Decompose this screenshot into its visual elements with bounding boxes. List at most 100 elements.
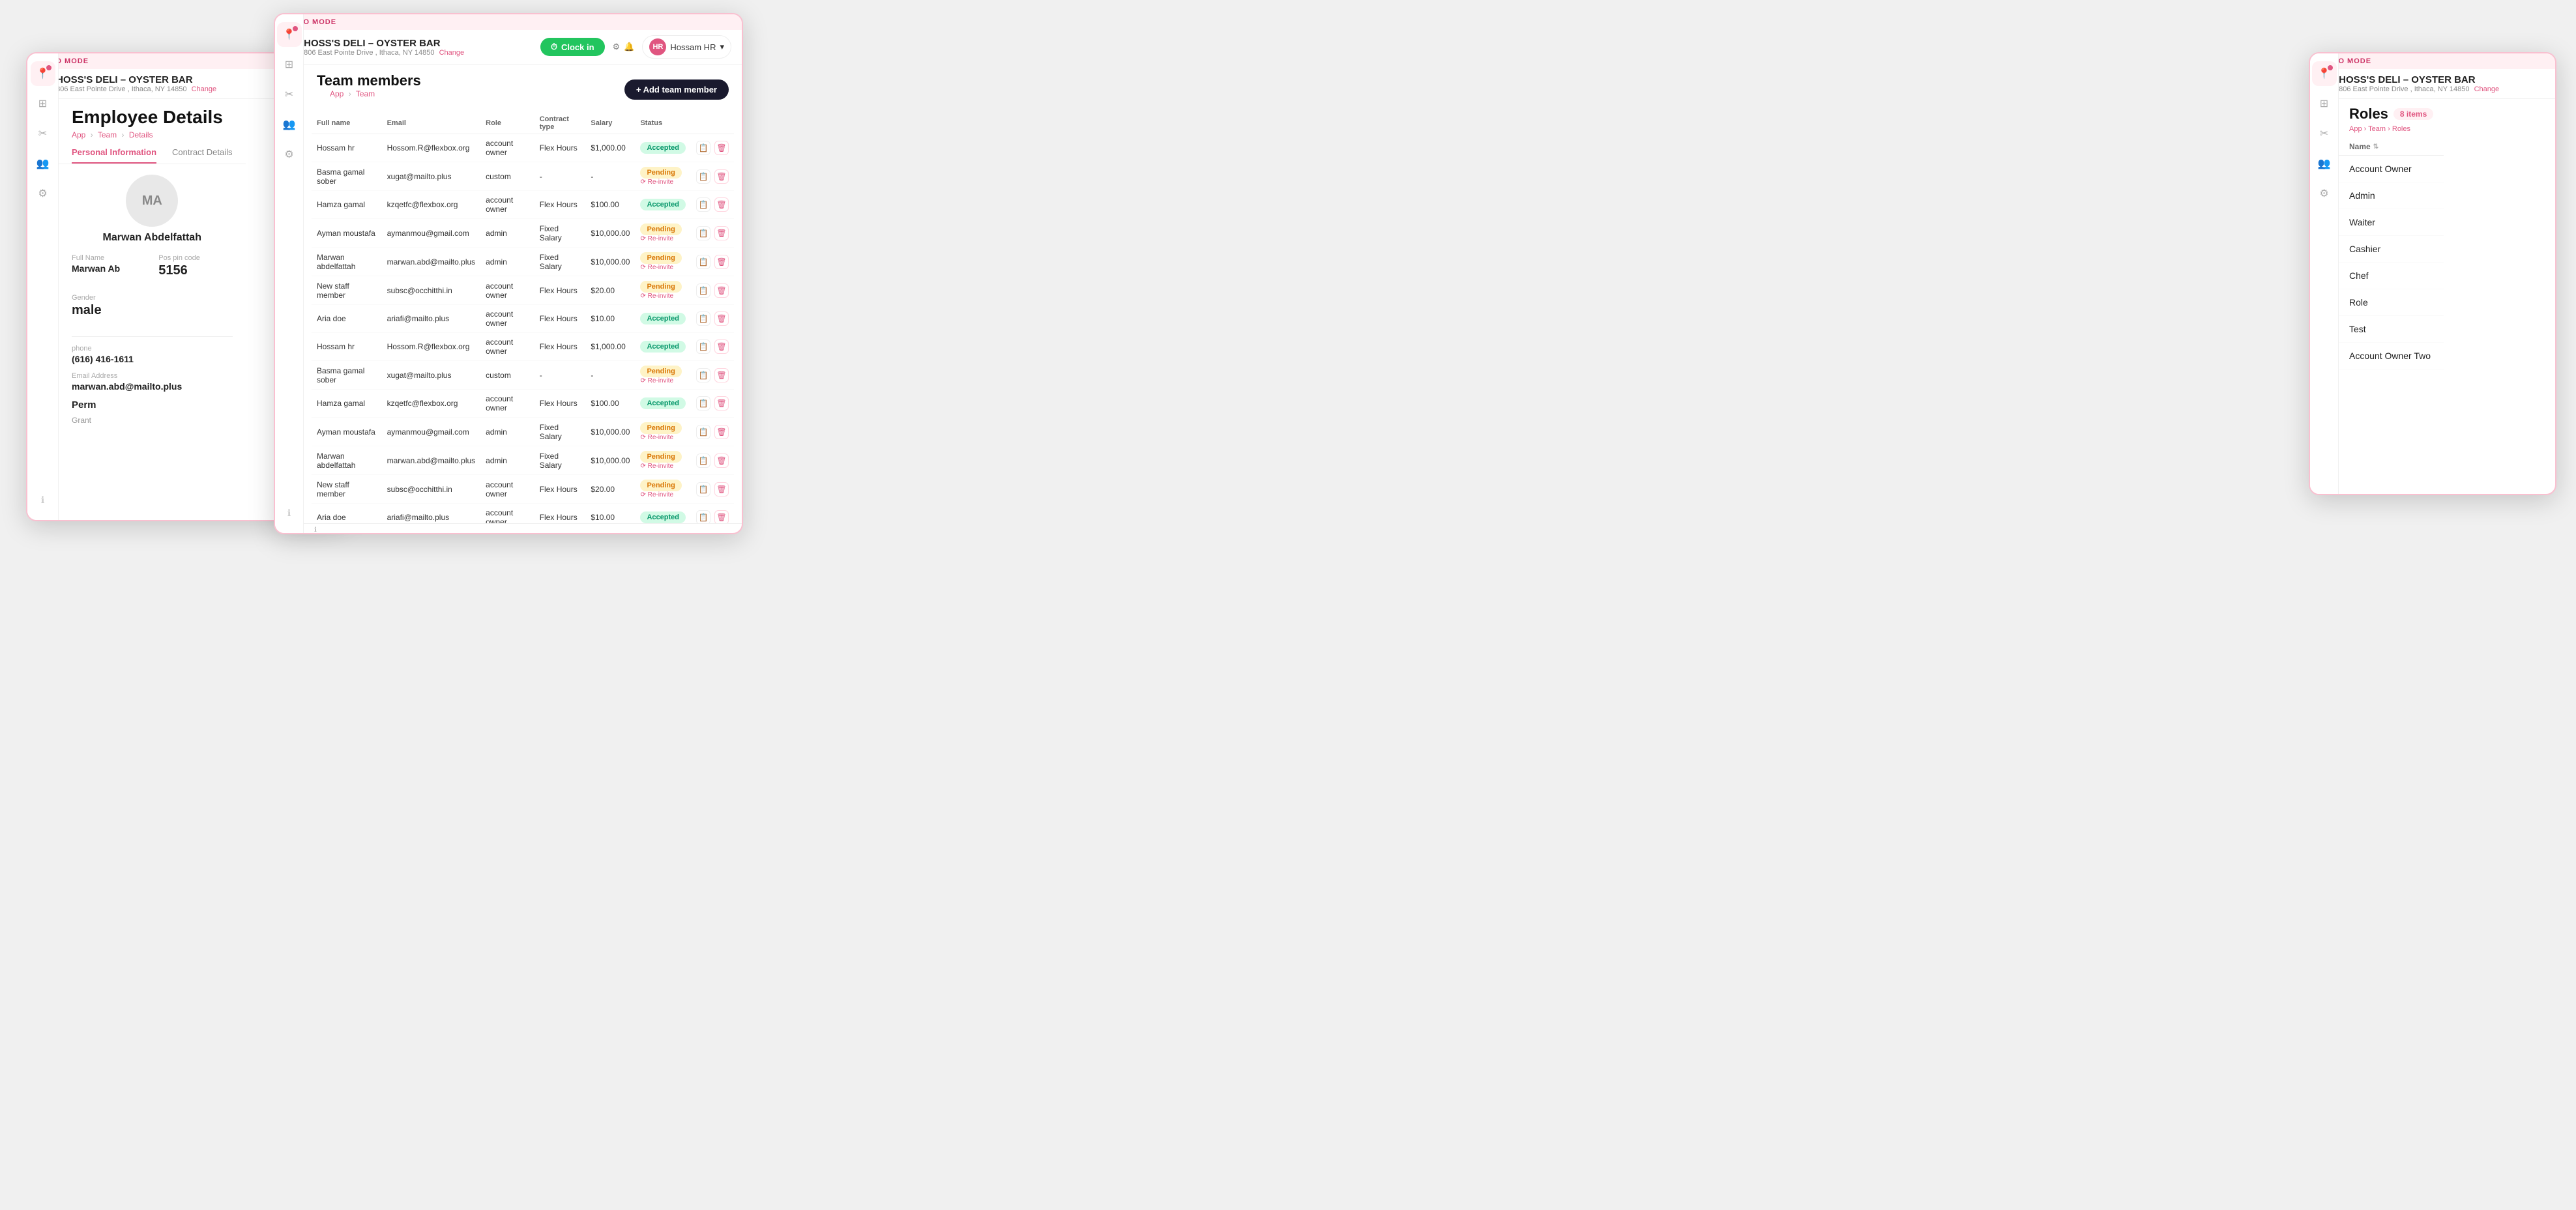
nav-info-icon[interactable]: ℹ <box>31 487 55 512</box>
cell-name: Marwan abdelfattah <box>312 248 382 276</box>
tab-contract-details[interactable]: Contract Details <box>172 147 232 164</box>
role-item[interactable]: Admin <box>2339 182 2444 209</box>
table-row[interactable]: Basma gamal sober xugat@mailto.plus cust… <box>312 162 734 191</box>
copy-icon[interactable]: 📋 <box>696 197 710 212</box>
roles-nav-tools-icon[interactable]: ✂ <box>2312 121 2337 146</box>
nav-tools-icon[interactable]: ✂ <box>31 121 55 146</box>
cell-name: Basma gamal sober <box>312 162 382 191</box>
roles-nav-settings-icon[interactable]: ⚙ <box>2312 181 2337 206</box>
copy-icon[interactable]: 📋 <box>696 169 710 184</box>
delete-icon[interactable]: 🗑 <box>714 141 729 155</box>
roles-change-link[interactable]: Change <box>2474 85 2500 93</box>
team-nav-settings-icon[interactable]: ⚙ <box>277 142 302 167</box>
delete-icon[interactable]: 🗑 <box>714 169 729 184</box>
role-item[interactable]: Role <box>2339 289 2444 316</box>
status-badge: Pending <box>640 281 681 293</box>
user-badge[interactable]: HR Hossam HR ▾ <box>642 35 731 59</box>
re-invite-link[interactable]: ⟳ Re-invite <box>640 434 686 441</box>
copy-icon[interactable]: 📋 <box>696 482 710 497</box>
table-row[interactable]: Aria doe ariafi@mailto.plus account owne… <box>312 504 734 524</box>
role-item[interactable]: Chef <box>2339 263 2444 289</box>
roles-sort-icon[interactable]: ⇅ <box>2373 143 2378 151</box>
copy-icon[interactable]: 📋 <box>696 368 710 382</box>
table-row[interactable]: Hossam hr Hossom.R@flexbox.org account o… <box>312 333 734 361</box>
employee-content: Employee Details App › Team › Details Pe… <box>59 99 246 519</box>
team-nav-dashboard-icon[interactable]: ⊞ <box>277 52 302 77</box>
re-invite-link[interactable]: ⟳ Re-invite <box>640 463 686 470</box>
notification-icon[interactable]: 🔔 <box>624 42 634 52</box>
table-row[interactable]: New staff member subsc@occhitthi.in acco… <box>312 276 734 305</box>
team-nav-tools-icon[interactable]: ✂ <box>277 82 302 107</box>
re-invite-link[interactable]: ⟳ Re-invite <box>640 264 686 271</box>
status-badge: Pending <box>640 422 681 434</box>
table-row[interactable]: New staff member subsc@occhitthi.in acco… <box>312 475 734 504</box>
team-change-link[interactable]: Change <box>439 49 465 57</box>
copy-icon[interactable]: 📋 <box>696 311 710 326</box>
team-nav-info-icon[interactable]: ℹ <box>277 500 302 525</box>
team-nav-location-icon[interactable]: 📍 <box>277 22 302 47</box>
team-nav-team-icon[interactable]: 👥 <box>277 112 302 137</box>
roles-nav-team-icon[interactable]: 👥 <box>2312 151 2337 176</box>
nav-dashboard-icon[interactable]: ⊞ <box>31 91 55 116</box>
delete-icon[interactable]: 🗑 <box>714 396 729 411</box>
cell-contract: Fixed Salary <box>534 248 586 276</box>
copy-icon[interactable]: 📋 <box>696 339 710 354</box>
role-item[interactable]: Waiter <box>2339 209 2444 236</box>
table-row[interactable]: Marwan abdelfattah marwan.abd@mailto.plu… <box>312 248 734 276</box>
table-row[interactable]: Basma gamal sober xugat@mailto.plus cust… <box>312 361 734 390</box>
cell-email: ariafi@mailto.plus <box>382 305 481 333</box>
nav-settings-icon[interactable]: ⚙ <box>31 181 55 206</box>
copy-icon[interactable]: 📋 <box>696 396 710 411</box>
change-link[interactable]: Change <box>192 85 217 93</box>
copy-icon[interactable]: 📋 <box>696 226 710 240</box>
cell-name: New staff member <box>312 475 382 504</box>
delete-icon[interactable]: 🗑 <box>714 482 729 497</box>
delete-icon[interactable]: 🗑 <box>714 226 729 240</box>
table-row[interactable]: Marwan abdelfattah marwan.abd@mailto.plu… <box>312 446 734 475</box>
copy-icon[interactable]: 📋 <box>696 255 710 269</box>
re-invite-link[interactable]: ⟳ Re-invite <box>640 235 686 242</box>
table-row[interactable]: Hamza gamal kzqetfc@flexbox.org account … <box>312 390 734 418</box>
re-invite-link[interactable]: ⟳ Re-invite <box>640 491 686 498</box>
table-row[interactable]: Hossam hr Hossom.R@flexbox.org account o… <box>312 134 734 162</box>
cell-email: kzqetfc@flexbox.org <box>382 390 481 418</box>
copy-icon[interactable]: 📋 <box>696 510 710 523</box>
cell-contract: Fixed Salary <box>534 418 586 446</box>
table-row[interactable]: Ayman moustafa aymanmou@gmail.com admin … <box>312 418 734 446</box>
delete-icon[interactable]: 🗑 <box>714 368 729 382</box>
delete-icon[interactable]: 🗑 <box>714 255 729 269</box>
role-item[interactable]: Test <box>2339 316 2444 343</box>
copy-icon[interactable]: 📋 <box>696 425 710 439</box>
clock-in-button[interactable]: ⏱ Clock in <box>540 38 605 56</box>
nav-location-icon[interactable]: 📍 <box>31 61 55 86</box>
delete-icon[interactable]: 🗑 <box>714 197 729 212</box>
cell-contract: - <box>534 361 586 390</box>
re-invite-link[interactable]: ⟳ Re-invite <box>640 293 686 300</box>
tab-personal-info[interactable]: Personal Information <box>72 147 156 164</box>
settings-icon[interactable]: ⚙ <box>613 42 621 52</box>
copy-icon[interactable]: 📋 <box>696 283 710 298</box>
table-row[interactable]: Aria doe ariafi@mailto.plus account owne… <box>312 305 734 333</box>
copy-icon[interactable]: 📋 <box>696 141 710 155</box>
delete-icon[interactable]: 🗑 <box>714 425 729 439</box>
copy-icon[interactable]: 📋 <box>696 454 710 468</box>
nav-team-icon[interactable]: 👥 <box>31 151 55 176</box>
team-status-bar: ℹ <box>304 523 742 534</box>
role-item[interactable]: Cashier <box>2339 236 2444 263</box>
re-invite-link[interactable]: ⟳ Re-invite <box>640 377 686 384</box>
user-dropdown-icon: ▾ <box>720 42 724 52</box>
delete-icon[interactable]: 🗑 <box>714 283 729 298</box>
role-item[interactable]: Account Owner Two <box>2339 343 2444 369</box>
re-invite-link[interactable]: ⟳ Re-invite <box>640 179 686 186</box>
table-row[interactable]: Hamza gamal kzqetfc@flexbox.org account … <box>312 191 734 219</box>
table-row[interactable]: Ayman moustafa aymanmou@gmail.com admin … <box>312 219 734 248</box>
delete-icon[interactable]: 🗑 <box>714 454 729 468</box>
role-item[interactable]: Account Owner <box>2339 156 2444 182</box>
delete-icon[interactable]: 🗑 <box>714 311 729 326</box>
delete-icon[interactable]: 🗑 <box>714 339 729 354</box>
delete-icon[interactable]: 🗑 <box>714 510 729 523</box>
roles-nav-dashboard-icon[interactable]: ⊞ <box>2312 91 2337 116</box>
roles-nav-location-icon[interactable]: 📍 <box>2312 61 2337 86</box>
add-team-member-button[interactable]: + Add team member <box>624 79 729 100</box>
cell-salary: - <box>585 162 635 191</box>
